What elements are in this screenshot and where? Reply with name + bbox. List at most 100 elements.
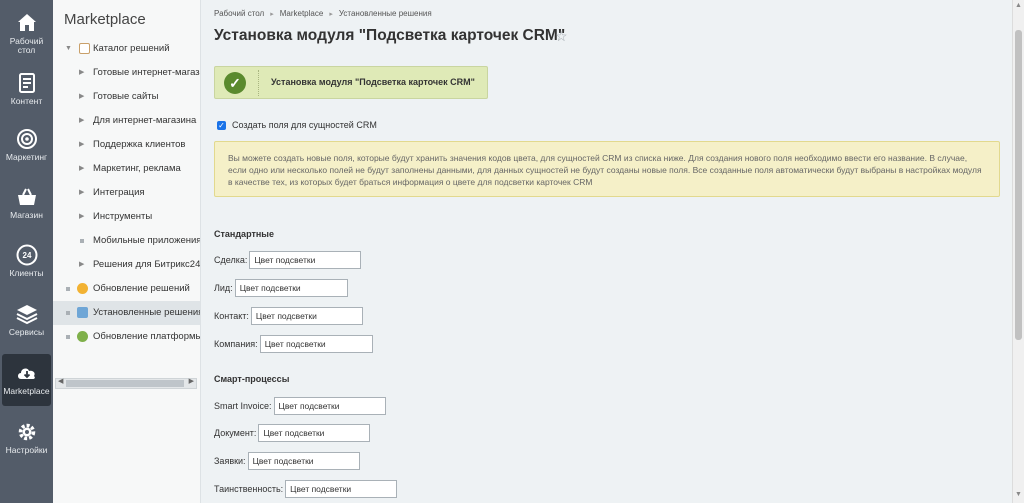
page-scrollbar[interactable]: ▲ ▼ xyxy=(1012,0,1024,503)
company-color-input[interactable] xyxy=(259,335,373,353)
field-label: Сделка: xyxy=(214,255,248,265)
section-title-smart: Смарт-процессы xyxy=(214,374,290,384)
breadcrumb-link[interactable]: Установленные решения xyxy=(339,9,432,18)
menu-desktop[interactable]: Рабочий стол xyxy=(2,4,51,56)
tree-item-label: Маркетинг, реклама xyxy=(93,163,181,174)
menu-shop[interactable]: Магазин xyxy=(2,178,51,230)
document-color-input[interactable] xyxy=(258,424,371,442)
menu-label: Рабочий стол xyxy=(9,36,44,55)
tree-item-label: Мобильные приложения xyxy=(93,235,200,246)
bullet-icon xyxy=(66,311,70,315)
chevron-right-icon[interactable]: ▶ xyxy=(79,157,84,181)
menu-label: Настройки xyxy=(5,445,48,455)
chevron-right-icon[interactable]: ▶ xyxy=(79,61,84,85)
main-content: Рабочий стол ▸ Marketplace ▸ Установленные р… xyxy=(202,0,1012,503)
chevron-right-icon[interactable]: ▶ xyxy=(79,109,84,133)
menu-settings[interactable]: Настройки xyxy=(2,413,51,465)
tree-item-label: Решения для Битрикс24 xyxy=(93,259,200,270)
tree-item-platform[interactable]: Обновление платформы xyxy=(53,325,200,349)
field-label: Таинственность: xyxy=(214,484,284,494)
lead-color-input[interactable] xyxy=(234,279,348,297)
check-icon: ✓ xyxy=(224,72,246,94)
divider xyxy=(258,70,259,96)
bullet-icon xyxy=(66,335,70,339)
scroll-right-icon[interactable]: ▶ xyxy=(189,377,194,385)
menu-label: Контент xyxy=(10,96,43,106)
menu-label: Клиенты xyxy=(9,268,44,278)
menu-label: Marketplace xyxy=(3,386,50,396)
field-label: Лид: xyxy=(214,283,233,293)
tree-item-sub[interactable]: ▶ Решения для Битрикс24 xyxy=(53,253,200,277)
breadcrumb-link[interactable]: Рабочий стол xyxy=(214,9,264,18)
tree-item-updates[interactable]: Обновление решений xyxy=(53,277,200,301)
breadcrumb-link[interactable]: Marketplace xyxy=(280,9,324,18)
menu-marketing[interactable]: Маркетинг xyxy=(2,120,51,172)
create-fields-checkbox[interactable]: ✓ xyxy=(217,121,226,131)
tree-item-catalog[interactable]: ▼ Каталог решений xyxy=(53,37,200,61)
tree-item-label: Установленные решения xyxy=(93,307,200,318)
tree-item-label: Готовые сайты xyxy=(93,91,159,102)
page-title: Установка модуля "Подсветка карточек CRM… xyxy=(214,27,566,44)
scroll-up-icon[interactable]: ▲ xyxy=(1015,2,1022,9)
tree-item-sub[interactable]: ▶ Готовые интернет-магазины xyxy=(53,61,200,85)
scroll-left-icon[interactable]: ◀ xyxy=(58,377,63,385)
basket-icon xyxy=(17,188,36,205)
field-label: Заявки: xyxy=(214,456,246,466)
svg-text:24: 24 xyxy=(22,251,31,260)
sidebar-scrollbar[interactable]: ◀ ▶ xyxy=(55,378,197,389)
tree-item-sub[interactable]: ▶ Поддержка клиентов xyxy=(53,133,200,157)
installed-icon xyxy=(77,307,88,318)
chevron-right-icon[interactable]: ▶ xyxy=(79,85,84,109)
update-icon xyxy=(77,283,88,294)
document-icon xyxy=(18,73,35,93)
sidebar-title: Marketplace xyxy=(64,11,146,28)
menu-marketplace[interactable]: Marketplace xyxy=(2,354,51,406)
field-label: Компания: xyxy=(214,339,258,349)
platform-icon xyxy=(77,331,88,342)
star-icon[interactable]: ☆ xyxy=(555,28,568,45)
mystery-color-input[interactable] xyxy=(285,480,398,498)
scrollbar-thumb[interactable] xyxy=(66,380,184,387)
cloud-download-icon xyxy=(17,368,35,379)
tree-item-label: Поддержка клиентов xyxy=(93,139,186,150)
tree-item-installed[interactable]: Установленные решения xyxy=(53,301,200,325)
contact-color-input[interactable] xyxy=(250,307,363,325)
field-row-smart-invoice: Smart Invoice: xyxy=(214,397,386,415)
tree-item-label: Каталог решений xyxy=(93,43,170,54)
menu-content[interactable]: Контент xyxy=(2,64,51,116)
tree-item-sub[interactable]: ▶ Инструменты xyxy=(53,205,200,229)
smart-invoice-color-input[interactable] xyxy=(273,397,386,415)
tree-item-label: Обновление решений xyxy=(93,283,190,294)
scrollbar-thumb[interactable] xyxy=(1015,30,1022,340)
checkbox-label: Создать поля для сущностей CRM xyxy=(232,120,377,130)
tree-sidebar: Marketplace ▼ Каталог решений ▶ Готовые … xyxy=(53,0,201,503)
requests-color-input[interactable] xyxy=(247,452,360,470)
tree-item-sub[interactable]: ▶ Маркетинг, реклама xyxy=(53,157,200,181)
tree-item-sub[interactable]: Мобильные приложения xyxy=(53,229,200,253)
chevron-right-icon[interactable]: ▶ xyxy=(79,205,84,229)
tree-item-sub[interactable]: ▶ Для интернет-магазина xyxy=(53,109,200,133)
deal-color-input[interactable] xyxy=(249,251,362,269)
field-label: Документ: xyxy=(214,428,257,438)
scroll-down-icon[interactable]: ▼ xyxy=(1015,491,1022,498)
menu-services[interactable]: Сервисы xyxy=(2,295,51,347)
field-label: Smart Invoice: xyxy=(214,401,272,411)
target-icon xyxy=(16,129,37,149)
chevron-right-icon[interactable]: ▶ xyxy=(79,133,84,157)
success-message: Установка модуля "Подсветка карточек CRM… xyxy=(271,77,475,87)
chevron-right-icon[interactable]: ▶ xyxy=(79,181,84,205)
chevron-down-icon[interactable]: ▼ xyxy=(65,37,72,61)
create-fields-checkbox-row[interactable]: ✓ Создать поля для сущностей CRM xyxy=(217,120,377,131)
chevron-right-icon[interactable]: ▶ xyxy=(79,253,84,277)
bullet-icon xyxy=(80,239,84,243)
tree-item-sub[interactable]: ▶ Готовые сайты xyxy=(53,85,200,109)
breadcrumb-separator-icon: ▸ xyxy=(329,11,333,18)
menu-label: Маркетинг xyxy=(5,152,48,162)
tree-item-sub[interactable]: ▶ Интеграция xyxy=(53,181,200,205)
tree-item-label: Интеграция xyxy=(93,187,145,198)
layers-icon xyxy=(16,305,37,325)
menu-clients[interactable]: 24 Клиенты xyxy=(2,236,51,288)
field-row-lead: Лид: xyxy=(214,279,348,297)
tree-item-label: Инструменты xyxy=(93,211,153,222)
field-row-deal: Сделка: xyxy=(214,251,362,269)
